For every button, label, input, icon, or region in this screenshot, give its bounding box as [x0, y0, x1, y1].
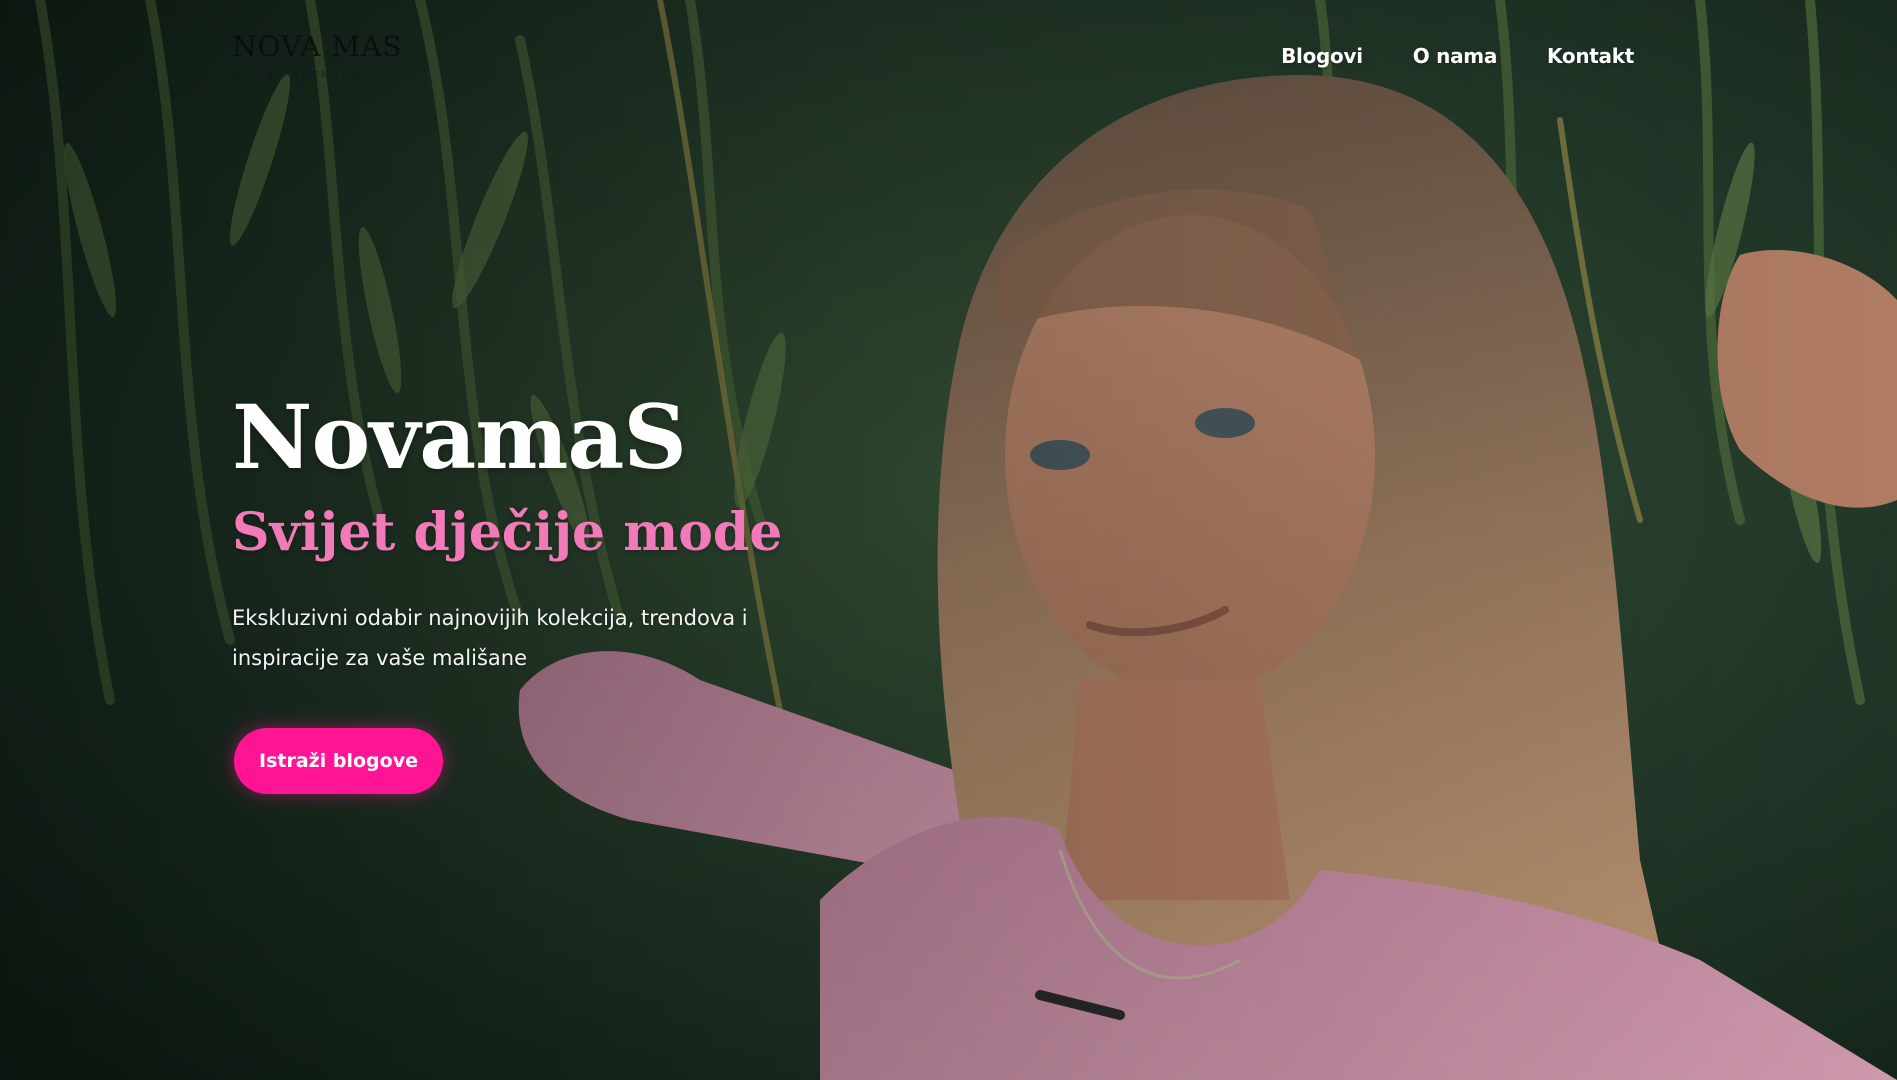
explore-blogs-button[interactable]: Istraži blogove [234, 728, 443, 794]
logo-text: NOVA MAS [232, 30, 403, 63]
brand-logo[interactable]: NOVA MAS MODNA AGENCIJA [232, 30, 401, 86]
hero-title: NovamaS [232, 385, 687, 489]
main-nav: Blogovi O nama Kontakt [1281, 44, 1634, 68]
nav-link-o-nama[interactable]: O nama [1413, 44, 1498, 68]
hero-section: NOVA MAS MODNA AGENCIJA Blogovi O nama K… [0, 0, 1897, 1080]
logo-tagline: MODNA AGENCIJA [232, 70, 364, 81]
nav-link-blogovi[interactable]: Blogovi [1281, 44, 1363, 68]
hero-subtitle: Svijet dječije mode [232, 502, 783, 563]
hero-description: Ekskluzivni odabir najnovijih kolekcija,… [232, 606, 748, 670]
nav-link-kontakt[interactable]: Kontakt [1547, 44, 1634, 68]
